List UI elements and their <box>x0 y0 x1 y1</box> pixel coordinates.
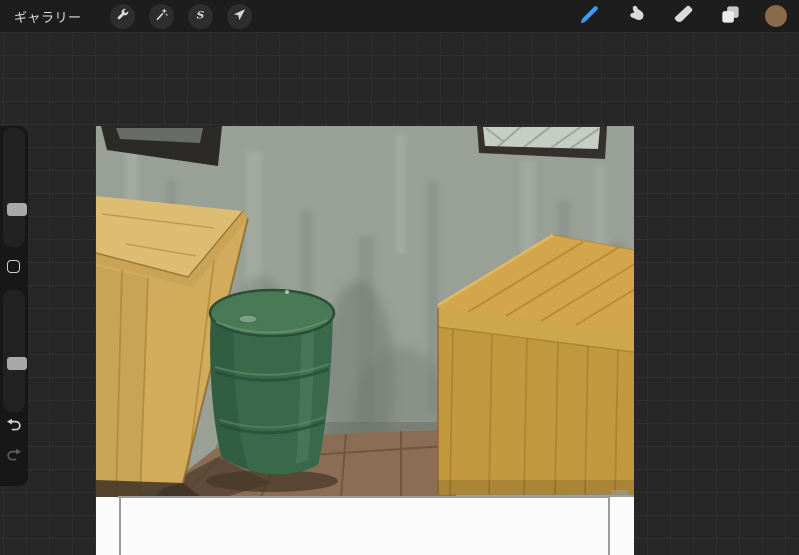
procreate-workspace: ギャラリー S <box>0 0 799 555</box>
modify-button[interactable] <box>7 260 20 273</box>
transform-button[interactable] <box>226 3 252 29</box>
paint-brush-icon <box>578 3 601 29</box>
painting-panel <box>96 126 634 497</box>
gallery-button[interactable]: ギャラリー <box>14 7 96 26</box>
eraser-icon <box>672 3 695 29</box>
smudge-finger-icon <box>625 3 648 29</box>
color-swatch-button[interactable] <box>765 5 787 27</box>
toolbar-left-group: ギャラリー S <box>0 3 252 29</box>
magic-wand-icon <box>154 7 169 25</box>
selection-s-icon: S <box>193 7 208 25</box>
undo-button[interactable] <box>2 414 26 438</box>
undo-icon <box>5 417 23 436</box>
selection-button[interactable]: S <box>187 3 213 29</box>
eraser-tool-button[interactable] <box>671 4 695 28</box>
top-toolbar: ギャラリー S <box>0 0 799 32</box>
opacity-slider[interactable] <box>3 290 27 412</box>
svg-text:S: S <box>196 8 204 21</box>
painting <box>96 126 634 555</box>
wrench-icon <box>115 7 130 25</box>
brush-size-slider[interactable] <box>3 128 27 247</box>
transform-arrow-icon <box>232 7 247 25</box>
left-sidebar <box>0 126 28 486</box>
layers-icon <box>719 3 742 29</box>
artwork-canvas[interactable] <box>96 126 634 555</box>
smudge-tool-button[interactable] <box>624 4 648 28</box>
layers-button[interactable] <box>718 4 742 28</box>
brush-tool-button[interactable] <box>577 4 601 28</box>
opacity-handle[interactable] <box>7 357 27 370</box>
actions-button[interactable] <box>109 3 135 29</box>
brush-size-handle[interactable] <box>7 203 27 216</box>
adjustments-button[interactable] <box>148 3 174 29</box>
paint-smear <box>612 490 628 496</box>
redo-icon <box>5 447 23 466</box>
toolbar-right-group <box>554 4 799 28</box>
redo-button[interactable] <box>2 444 26 468</box>
